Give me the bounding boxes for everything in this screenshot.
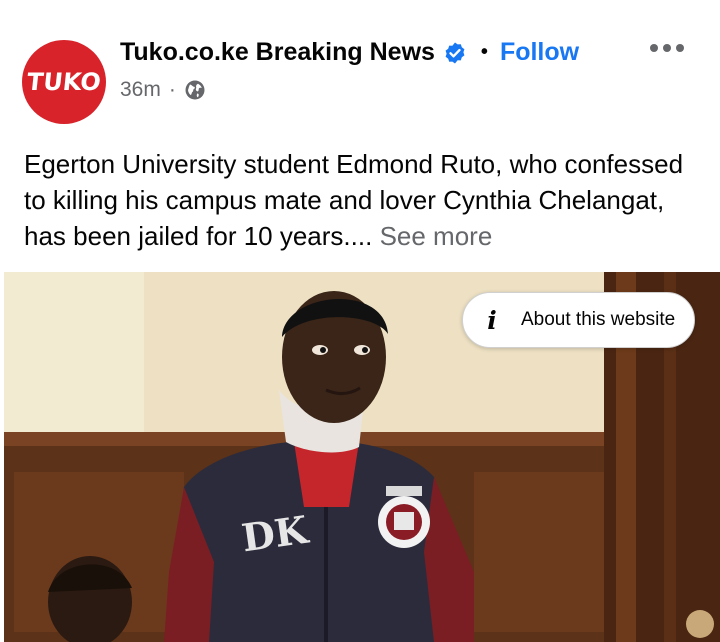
meta-separator: · xyxy=(168,78,176,101)
globe-icon xyxy=(184,79,206,101)
follow-button[interactable]: Follow xyxy=(500,38,579,67)
avatar-logo-text: TUKO xyxy=(25,68,103,96)
verified-badge-icon xyxy=(443,41,467,65)
info-icon: i xyxy=(487,305,497,335)
jacket-lettering: DK xyxy=(239,506,313,560)
post-header: Tuko.co.ke Breaking News • Follow xyxy=(120,38,579,67)
see-more-link[interactable]: See more xyxy=(380,221,493,251)
about-this-website-label: About this website xyxy=(521,309,676,330)
header-separator: • xyxy=(480,41,488,63)
post-text: Egerton University student Edmond Ruto, … xyxy=(24,146,704,254)
facebook-post: TUKO Tuko.co.ke Breaking News • Follow 3… xyxy=(0,0,720,642)
page-avatar[interactable]: TUKO xyxy=(22,40,106,124)
post-body-text: Egerton University student Edmond Ruto, … xyxy=(24,149,684,251)
more-options-icon[interactable] xyxy=(650,44,684,52)
post-meta: 36m · xyxy=(120,78,206,102)
about-this-website-button[interactable]: i About this website xyxy=(462,292,695,348)
post-timestamp[interactable]: 36m xyxy=(120,78,161,102)
page-name-link[interactable]: Tuko.co.ke Breaking News xyxy=(120,38,435,67)
